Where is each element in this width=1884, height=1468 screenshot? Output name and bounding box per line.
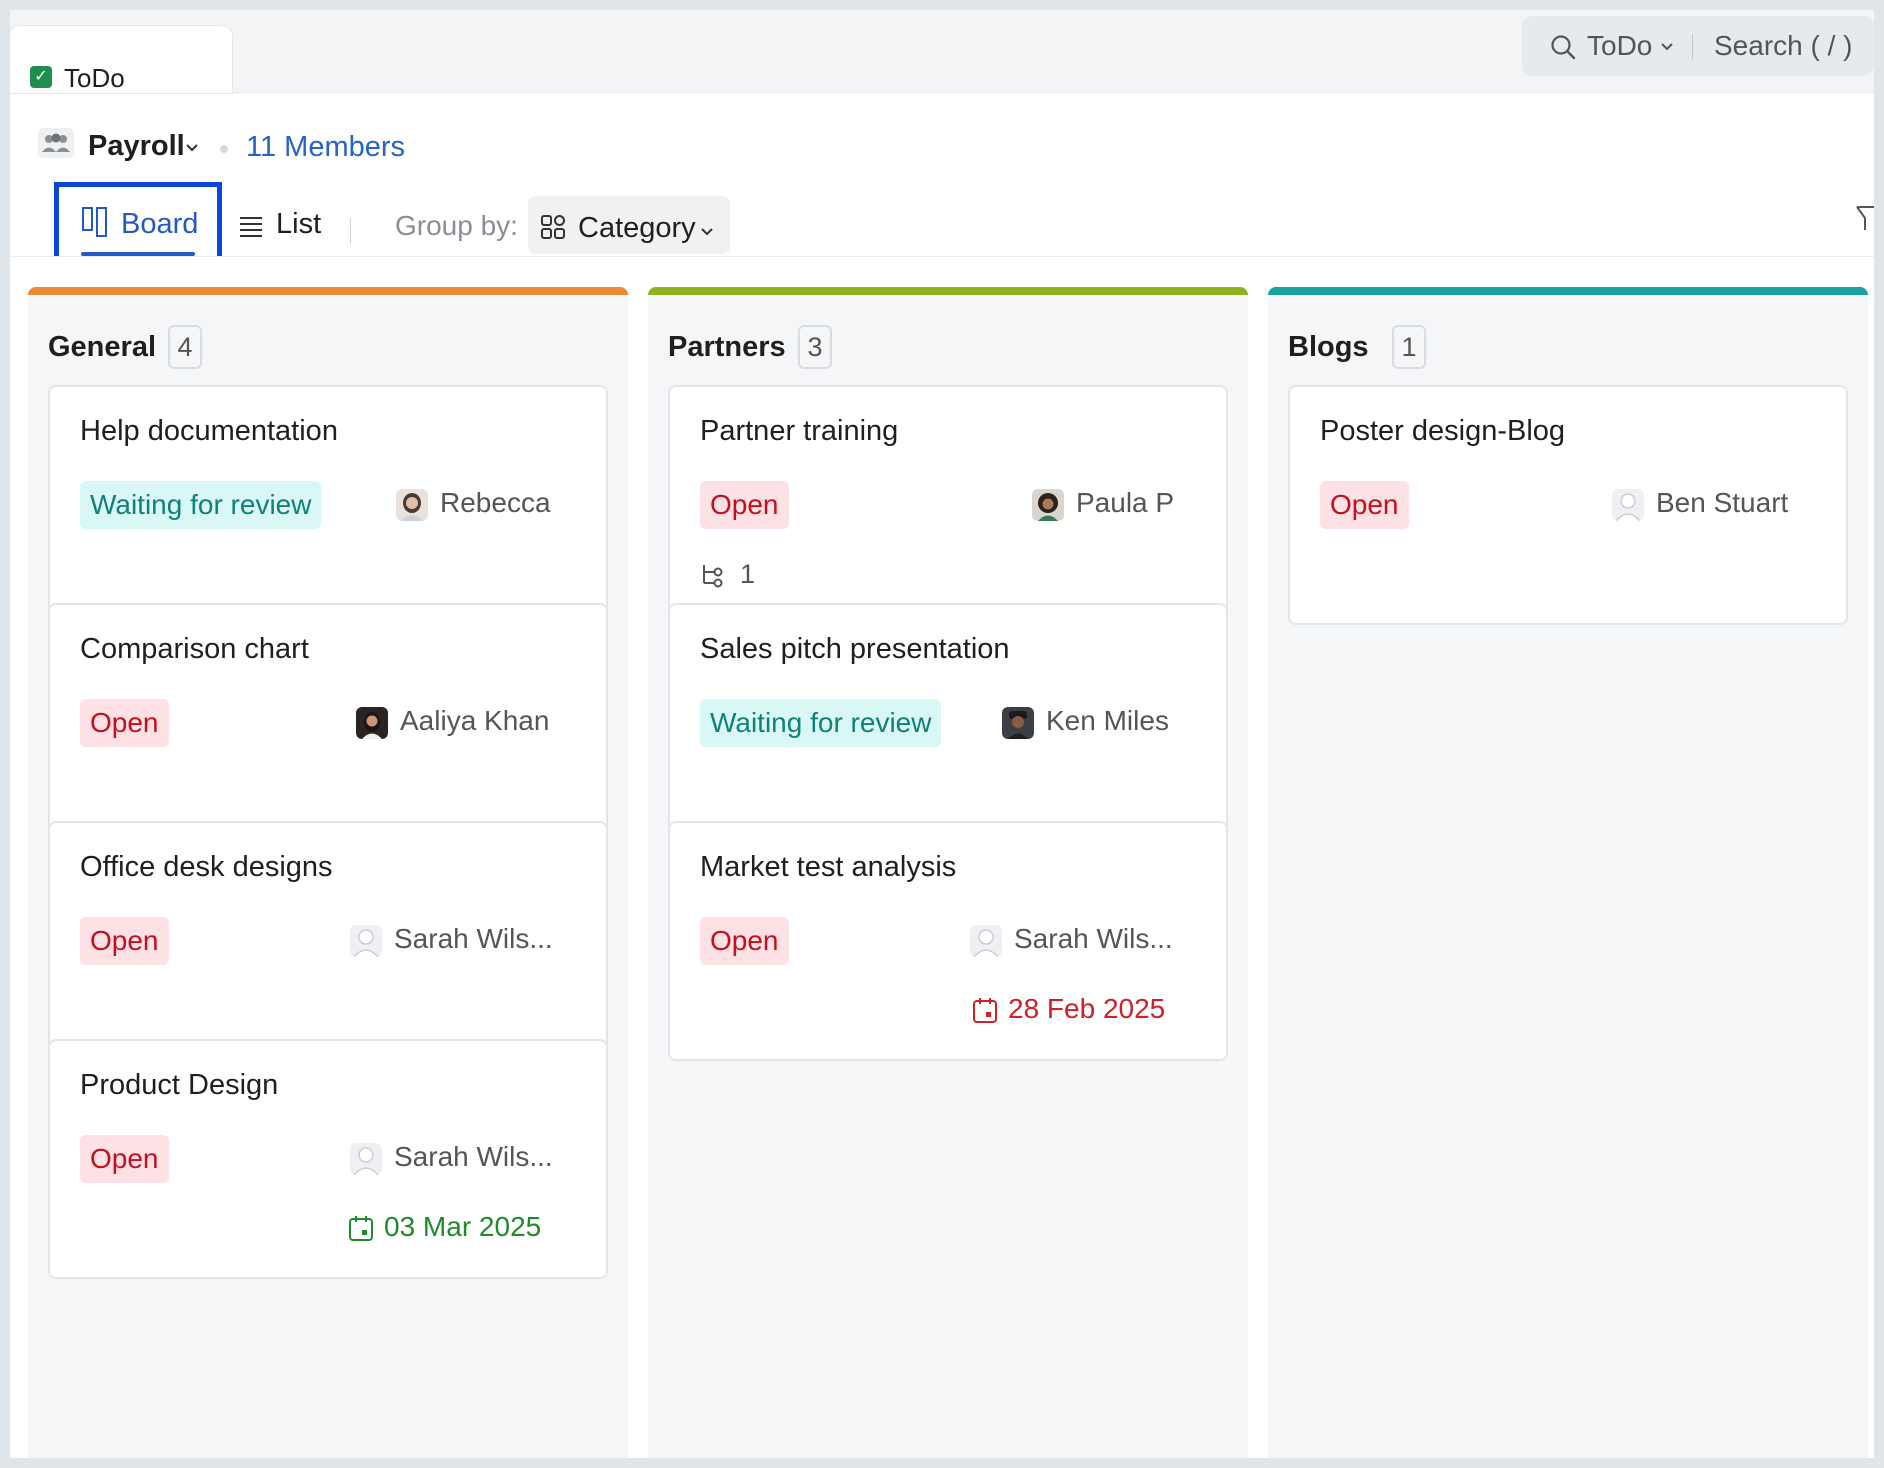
task-card[interactable]: Product Design Open Sarah Wils... 03 Mar…	[48, 1039, 608, 1279]
assignee[interactable]: Sarah Wils...	[350, 923, 553, 959]
assignee-name: Paula P	[1076, 487, 1175, 518]
search-scope-dropdown[interactable]: ToDo	[1587, 30, 1652, 62]
search-icon	[1550, 34, 1576, 65]
task-title: Product Design	[80, 1069, 279, 1101]
column-color-bar	[28, 287, 628, 295]
default-avatar-icon	[970, 925, 1002, 957]
status-badge[interactable]: Open	[80, 917, 169, 965]
assignee[interactable]: Rebecca	[396, 487, 551, 523]
assignee[interactable]: Sarah Wils...	[970, 923, 1173, 959]
check-icon: ✓	[30, 66, 52, 88]
divider	[350, 218, 351, 244]
column-count: 3	[798, 325, 832, 369]
task-card[interactable]: Sales pitch presentation Waiting for rev…	[668, 603, 1228, 843]
column-title: Blogs	[1288, 331, 1369, 363]
status-badge[interactable]: Open	[80, 1135, 169, 1183]
assignee-name: Rebecca	[440, 487, 551, 518]
assignee[interactable]: Sarah Wils...	[350, 1141, 553, 1177]
task-title: Partner training	[700, 415, 899, 447]
column-title: Partners	[668, 331, 786, 363]
assignee-name: Sarah Wils...	[394, 923, 553, 954]
column-blogs: Blogs 1 Poster design-Blog Open Ben Stua…	[1268, 287, 1868, 1458]
task-card[interactable]: Partner training Open Paula P 1	[668, 385, 1228, 625]
tab-label: ToDo	[64, 63, 125, 93]
status-badge[interactable]: Waiting for review	[700, 699, 942, 747]
assignee[interactable]: Paula P	[1032, 487, 1174, 523]
tab-strip: ✓ ToDo ToDo Search ( / )	[10, 10, 1874, 93]
group-by-label: Group by:	[395, 210, 518, 241]
default-avatar-icon	[350, 925, 382, 957]
column-partners: Partners 3 Partner training Open Paula P…	[648, 287, 1248, 1458]
status-badge[interactable]: Waiting for review	[80, 481, 322, 529]
task-title: Sales pitch presentation	[700, 633, 1010, 665]
due-date-text: 03 Mar 2025	[384, 1211, 542, 1242]
category-icon	[540, 214, 566, 245]
members-link[interactable]: 11 Members	[246, 131, 405, 164]
column-count: 4	[168, 325, 202, 369]
task-card[interactable]: Office desk designs Open Sarah Wils...	[48, 821, 608, 1061]
status-badge[interactable]: Open	[700, 481, 789, 529]
column-title: General	[48, 331, 156, 363]
assignee-name: Aaliya Khan	[400, 705, 550, 736]
filter-icon[interactable]	[1856, 204, 1874, 239]
task-title: Help documentation	[80, 415, 338, 447]
divider	[1692, 34, 1693, 60]
column-color-bar	[648, 287, 1248, 295]
assignee-name: Sarah Wils...	[1014, 923, 1173, 954]
kanban-board: General 4 Help documentation Waiting for…	[10, 256, 1874, 1458]
subtask-number: 1	[740, 559, 756, 589]
group-by-value: Category	[578, 212, 696, 244]
chevron-down-icon	[1660, 39, 1674, 57]
avatar	[1002, 707, 1034, 739]
team-selector[interactable]: Payroll	[88, 130, 185, 163]
search-input[interactable]: Search ( / )	[1714, 30, 1852, 62]
list-label: List	[276, 208, 322, 240]
assignee-name: Ben Stuart	[1656, 487, 1789, 518]
avatar	[1032, 489, 1064, 521]
due-date-text: 28 Feb 2025	[1008, 993, 1166, 1024]
task-card[interactable]: Poster design-Blog Open Ben Stuart	[1288, 385, 1848, 625]
avatar	[356, 707, 388, 739]
search-box[interactable]: ToDo Search ( / )	[1522, 16, 1874, 76]
assignee[interactable]: Ben Stuart	[1612, 487, 1789, 523]
app-window: ✓ ToDo ToDo Search ( / ) Payroll 11 Memb…	[10, 10, 1874, 1458]
task-title: Market test analysis	[700, 851, 957, 883]
default-avatar-icon	[350, 1143, 382, 1175]
group-by-dropdown[interactable]: Category	[528, 196, 730, 254]
board-label: Board	[121, 208, 199, 240]
chevron-down-icon[interactable]	[185, 140, 199, 158]
chevron-down-icon	[700, 224, 714, 242]
column-general: General 4 Help documentation Waiting for…	[28, 287, 628, 1458]
tab-todo[interactable]: ✓ ToDo	[10, 26, 232, 93]
due-date[interactable]: 03 Mar 2025	[348, 1211, 546, 1247]
task-title: Poster design-Blog	[1320, 415, 1566, 447]
assignee-name: Sarah Wils...	[394, 1141, 553, 1172]
task-title: Comparison chart	[80, 633, 309, 665]
avatar	[396, 489, 428, 521]
team-icon	[38, 128, 74, 158]
task-card[interactable]: Comparison chart Open Aaliya Khan	[48, 603, 608, 843]
task-card[interactable]: Market test analysis Open Sarah Wils... …	[668, 821, 1228, 1061]
column-color-bar	[1268, 287, 1868, 295]
assignee-name: Ken Miles	[1046, 705, 1169, 736]
status-badge[interactable]: Open	[700, 917, 789, 965]
default-avatar-icon	[1612, 489, 1644, 521]
task-card[interactable]: Help documentation Waiting for review Re…	[48, 385, 608, 625]
separator-dot	[220, 145, 228, 153]
assignee[interactable]: Aaliya Khan	[356, 705, 550, 741]
status-badge[interactable]: Open	[1320, 481, 1409, 529]
task-title: Office desk designs	[80, 851, 333, 883]
status-badge[interactable]: Open	[80, 699, 169, 747]
assignee[interactable]: Ken Miles	[1002, 705, 1169, 741]
due-date[interactable]: 28 Feb 2025	[972, 993, 1166, 1029]
column-count: 1	[1392, 325, 1426, 369]
